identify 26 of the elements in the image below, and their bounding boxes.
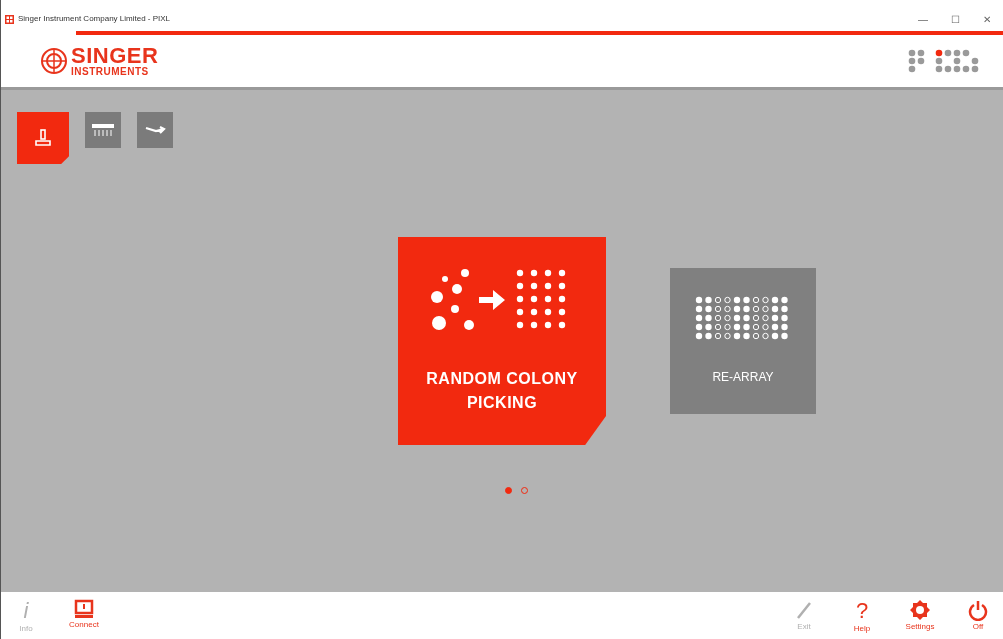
connect-button[interactable]: Connect (63, 598, 105, 633)
wrench-tab[interactable] (137, 112, 173, 148)
info-icon: i (23, 598, 29, 623)
page-dot[interactable] (504, 487, 512, 494)
mode-card[interactable]: RE-ARRAY (670, 268, 816, 414)
close-button[interactable]: ✕ (971, 11, 1003, 27)
minimize-button[interactable]: — (907, 11, 939, 27)
window-title: Singer Instrument Company Limited - PIXL (18, 13, 172, 25)
question-icon: ? (855, 598, 869, 623)
settings-button[interactable]: Settings (899, 598, 941, 633)
gear-icon (909, 598, 931, 621)
power-button[interactable]: Off (957, 598, 999, 633)
brand-subtitle: INSTRUMENTS (71, 67, 150, 77)
monitor-icon (74, 598, 94, 619)
plate-icon (91, 122, 115, 138)
app-logo-icon (5, 14, 14, 24)
help-button[interactable]: ? Help (841, 598, 883, 633)
mode-card[interactable]: RANDOM COLONY PICKING (398, 237, 606, 445)
pin-tool-tab[interactable] (17, 112, 69, 164)
power-icon (968, 598, 988, 621)
pin-icon (33, 128, 53, 148)
maximize-button[interactable]: ☐ (939, 11, 971, 27)
brand-name: SINGER (71, 45, 159, 67)
emblem-icon (41, 48, 67, 74)
plate-tab[interactable] (85, 112, 121, 148)
dot-grid-icon (695, 296, 791, 342)
